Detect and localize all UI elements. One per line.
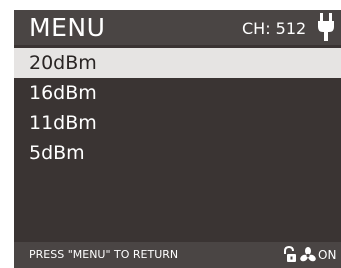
menu-list: 20dBm 16dBm 11dBm 5dBm	[14, 48, 341, 168]
device-screen: MENU CH: 512 20dBm 16dBm 11dBm 5dBm PRES…	[14, 10, 341, 268]
menu-item-11dbm[interactable]: 11dBm	[14, 108, 341, 138]
menu-item-16dbm[interactable]: 16dBm	[14, 78, 341, 108]
menu-item-20dbm[interactable]: 20dBm	[14, 48, 341, 78]
header-bar: MENU CH: 512	[14, 10, 341, 45]
channel-readout: CH: 512	[242, 19, 307, 38]
unlocked-padlock-icon	[284, 246, 296, 262]
fan-icon	[300, 247, 316, 262]
plug-icon	[318, 13, 334, 41]
menu-title: MENU	[29, 13, 106, 42]
footer-bar: PRESS "MENU" TO RETURN ON	[14, 242, 341, 268]
status-text: ON	[318, 248, 337, 262]
menu-item-5dbm[interactable]: 5dBm	[14, 138, 341, 168]
return-hint: PRESS "MENU" TO RETURN	[29, 248, 179, 261]
